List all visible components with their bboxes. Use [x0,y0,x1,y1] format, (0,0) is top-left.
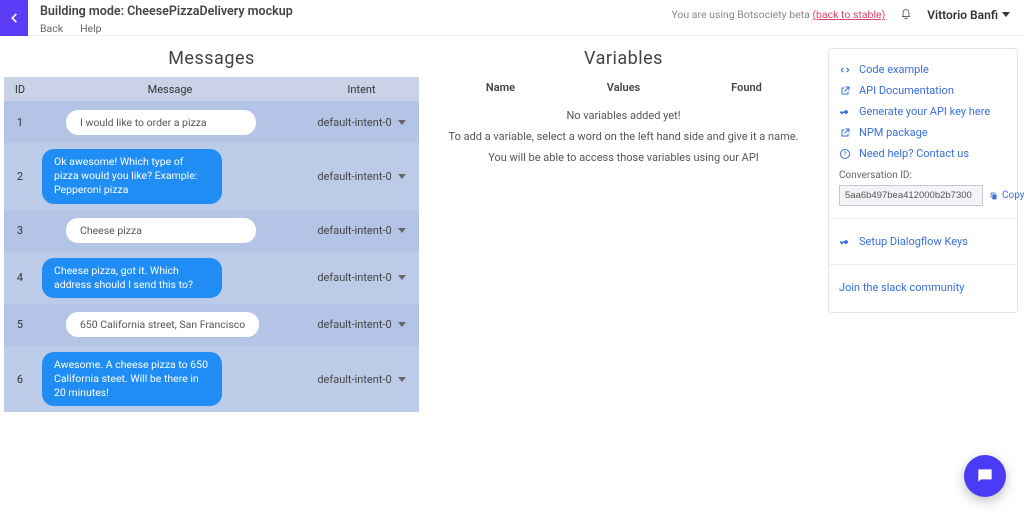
user-message-bubble[interactable]: Cheese pizza [66,218,256,243]
chevron-down-icon [398,174,406,179]
row-message-cell: 650 California street, San Francisco [36,312,304,337]
link-slack[interactable]: Join the slack community [839,277,1007,298]
row-id: 1 [4,116,36,129]
col-found: Found [685,81,808,94]
bell-icon[interactable] [899,6,913,23]
chevron-down-icon [398,275,406,280]
chevron-down-icon [398,228,406,233]
row-id: 5 [4,318,36,331]
key-icon [839,236,851,248]
row-id: 3 [4,224,36,237]
back-to-stable-link[interactable]: (back to stable) [812,8,885,21]
variables-empty-2: To add a variable, select a word on the … [439,127,808,148]
chat-icon [975,466,995,486]
beta-notice: You are using Botsociety beta (back to s… [671,8,885,21]
nav-back[interactable]: Back [40,22,63,35]
message-row: 6 Awesome. A cheese pizza to 650 Californ… [4,346,419,413]
col-name: Name [439,81,562,94]
link-npm[interactable]: NPM package [839,122,1007,143]
row-id: 4 [4,271,36,284]
back-button[interactable] [0,0,28,36]
page-title: Building mode: CheesePizzaDelivery mocku… [40,4,661,19]
chevron-down-icon [398,120,406,125]
row-id: 6 [4,373,36,386]
intent-dropdown[interactable]: default-intent-0 [304,318,419,331]
row-message-cell: Cheese pizza [36,218,304,243]
user-message-bubble[interactable]: 650 California street, San Francisco [66,312,259,337]
row-id: 2 [4,170,36,183]
intent-dropdown[interactable]: default-intent-0 [304,170,419,183]
user-menu[interactable]: Vittorio Banfi [927,8,1010,22]
message-row: 4 Cheese pizza, got it. Which address sho… [4,252,419,304]
link-code-example[interactable]: Code example [839,59,1007,80]
user-message-bubble[interactable]: I would like to order a pizza [66,110,256,135]
row-message-cell: Awesome. A cheese pizza to 650 Californi… [36,352,304,407]
question-icon: ? [839,148,851,160]
chevron-down-icon [1002,12,1010,17]
message-row: 3 Cheese pizza default-intent-0 [4,210,419,252]
nav-help[interactable]: Help [80,22,102,35]
variables-empty-3: You will be able to access those variabl… [439,148,808,169]
row-message-cell: Ok awesome! Which type of pizza would yo… [36,149,304,204]
bot-message-bubble[interactable]: Ok awesome! Which type of pizza would yo… [42,149,222,204]
col-intent: Intent [304,83,419,96]
bot-message-bubble[interactable]: Cheese pizza, got it. Which address shou… [42,258,222,298]
chevron-down-icon [398,377,406,382]
intent-dropdown[interactable]: default-intent-0 [304,271,419,284]
external-link-icon [839,85,851,97]
code-icon [839,64,851,76]
messages-header-row: ID Message Intent [4,77,419,101]
col-message: Message [36,83,304,96]
messages-panel: Messages ID Message Intent 1 I would like… [4,42,419,412]
link-generate-key[interactable]: Generate your API key here [839,101,1007,122]
message-row: 1 I would like to order a pizza default-in… [4,101,419,143]
conversation-id-field[interactable] [839,185,983,206]
message-row: 5 650 California street, San Francisco def… [4,304,419,346]
col-id: ID [4,83,36,96]
key-icon [839,106,851,118]
row-message-cell: I would like to order a pizza [36,110,304,135]
intent-dropdown[interactable]: default-intent-0 [304,224,419,237]
link-api-docs[interactable]: API Documentation [839,80,1007,101]
variables-panel: Variables Name Values Found No variables… [429,42,818,169]
bot-message-bubble[interactable]: Awesome. A cheese pizza to 650 Californi… [42,352,222,407]
conversation-id-label: Conversation ID: [839,170,1007,181]
message-row: 2 Ok awesome! Which type of pizza would y… [4,143,419,210]
svg-text:?: ? [844,151,847,158]
row-message-cell: Cheese pizza, got it. Which address shou… [36,258,304,298]
variables-header-row: Name Values Found [439,77,808,100]
link-help[interactable]: ? Need help? Contact us [839,143,1007,164]
intent-dropdown[interactable]: default-intent-0 [304,373,419,386]
copy-icon [989,191,999,201]
side-panel: Code example API Documentation Generate … [828,48,1018,313]
col-values: Values [562,81,685,94]
messages-title: Messages [4,42,419,77]
intent-dropdown[interactable]: default-intent-0 [304,116,419,129]
copy-button[interactable]: Copy [989,190,1024,201]
link-dialogflow[interactable]: Setup Dialogflow Keys [839,231,1007,252]
chevron-down-icon [398,322,406,327]
variables-title: Variables [439,42,808,77]
chat-widget-button[interactable] [964,455,1006,497]
variables-empty-1: No variables added yet! [439,106,808,127]
external-link-icon [839,127,851,139]
